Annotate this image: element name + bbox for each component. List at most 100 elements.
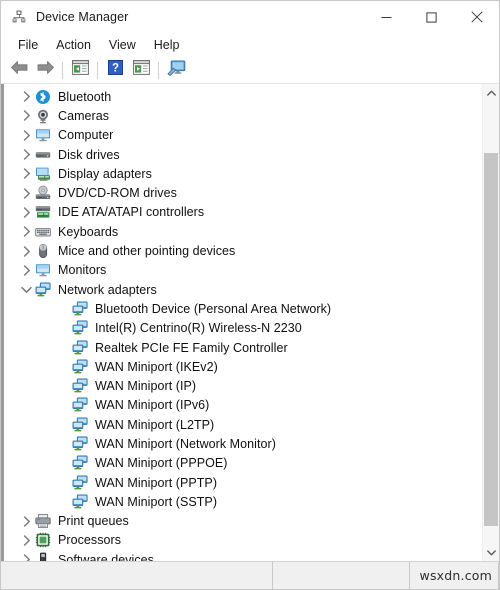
tree-item[interactable]: Software devices	[4, 550, 482, 561]
tree-item[interactable]: Display adapters	[4, 164, 482, 183]
status-segment-3: wsxdn.com	[410, 562, 499, 589]
tree-item-label: Processors	[58, 533, 122, 548]
question-mark-icon: ?	[107, 60, 123, 80]
tree-item[interactable]: WAN Miniport (L2TP)	[4, 415, 482, 434]
tree-item-label: WAN Miniport (Network Monitor)	[95, 436, 276, 451]
tree-item-label: IDE ATA/ATAPI controllers	[58, 205, 205, 220]
tree-item[interactable]: Monitors	[4, 261, 482, 280]
display-adapter-icon	[35, 166, 51, 182]
chevron-right-icon[interactable]	[18, 110, 35, 122]
svg-text:?: ?	[111, 63, 118, 75]
chevron-right-icon[interactable]	[18, 149, 35, 160]
chevron-right-icon[interactable]	[18, 265, 35, 276]
chevron-right-icon[interactable]	[18, 168, 35, 180]
tree-item[interactable]: Realtek PCIe FE Family Controller	[4, 338, 482, 357]
forward-button[interactable]	[32, 58, 58, 82]
chevron-right-icon[interactable]	[18, 554, 35, 561]
scan-monitor-icon	[167, 60, 186, 81]
menu-file[interactable]: File	[9, 36, 47, 54]
tree-item[interactable]: WAN Miniport (SSTP)	[4, 492, 482, 511]
tree-item-label: Intel(R) Centrino(R) Wireless-N 2230	[95, 321, 302, 336]
tree-item[interactable]: Processors	[4, 531, 482, 550]
mouse-icon	[35, 243, 51, 259]
printer-icon	[35, 513, 51, 529]
tree-item[interactable]: DVD/CD-ROM drives	[4, 183, 482, 202]
chevron-right-icon[interactable]	[18, 187, 35, 199]
tree-item-label: Computer	[58, 128, 114, 143]
properties-panel-icon	[71, 60, 89, 80]
tree-item[interactable]: Keyboards	[4, 222, 482, 241]
tree-item[interactable]: Cameras	[4, 106, 482, 125]
network-adapter-icon	[72, 436, 88, 452]
chevron-down-icon[interactable]	[18, 286, 35, 294]
scan-hardware-changes-button[interactable]	[163, 58, 189, 82]
tree-item[interactable]: WAN Miniport (IKEv2)	[4, 357, 482, 376]
tree-item-label: Network adapters	[58, 282, 157, 297]
back-button[interactable]	[6, 58, 32, 82]
tree-item[interactable]: Bluetooth	[4, 87, 482, 106]
close-button[interactable]	[454, 1, 499, 33]
menu-view[interactable]: View	[100, 36, 145, 54]
network-adapter-icon	[72, 359, 88, 375]
minimize-button[interactable]	[364, 1, 409, 33]
title-bar-left: Device Manager	[1, 9, 364, 25]
network-adapter-icon	[72, 417, 88, 433]
watermark-text: wsxdn.com	[419, 568, 492, 583]
back-arrow-icon	[10, 60, 29, 80]
tree-item-label: Print queues	[58, 514, 129, 529]
device-tree[interactable]: Bluetooth Cameras Computer Disk drives Displ…	[4, 87, 482, 561]
network-adapter-icon	[72, 378, 88, 394]
scroll-up-button[interactable]	[483, 84, 499, 101]
chevron-right-icon[interactable]	[18, 535, 35, 546]
help-button[interactable]: ?	[102, 58, 128, 82]
tree-item-label: Keyboards	[58, 224, 119, 239]
tree-item[interactable]: Network adapters	[4, 280, 482, 299]
chevron-right-icon[interactable]	[18, 245, 35, 257]
chevron-right-icon[interactable]	[18, 91, 35, 102]
processor-icon	[35, 532, 51, 548]
software-device-icon	[35, 552, 51, 561]
toolbar-separator	[158, 61, 159, 79]
maximize-button[interactable]	[409, 1, 454, 33]
menu-action[interactable]: Action	[47, 36, 100, 54]
chevron-right-icon[interactable]	[18, 129, 35, 141]
network-adapter-icon	[72, 494, 88, 510]
network-adapter-icon	[72, 397, 88, 413]
show-panel-icon	[132, 60, 150, 80]
device-manager-icon	[11, 9, 27, 25]
toolbar-separator	[97, 61, 98, 79]
tree-item[interactable]: WAN Miniport (Network Monitor)	[4, 434, 482, 453]
chevron-right-icon[interactable]	[18, 226, 35, 237]
bluetooth-icon	[35, 89, 51, 105]
scrollbar-thumb[interactable]	[484, 153, 498, 526]
window-controls	[364, 1, 499, 33]
tree-item[interactable]: IDE ATA/ATAPI controllers	[4, 203, 482, 222]
tree-item-label: WAN Miniport (IPv6)	[95, 398, 210, 413]
tree-item-label: Disk drives	[58, 147, 120, 162]
disk-drive-icon	[35, 147, 51, 163]
tree-item-label: WAN Miniport (SSTP)	[95, 494, 218, 509]
tree-item[interactable]: Computer	[4, 126, 482, 145]
tree-item[interactable]: Print queues	[4, 512, 482, 531]
dvd-drive-icon	[35, 185, 51, 201]
tree-item[interactable]: WAN Miniport (IPv6)	[4, 396, 482, 415]
toolbar: ?	[1, 57, 499, 84]
tree-item-label: WAN Miniport (IP)	[95, 379, 197, 394]
tree-item-label: DVD/CD-ROM drives	[58, 186, 177, 201]
properties-button[interactable]	[67, 58, 93, 82]
tree-item[interactable]: WAN Miniport (PPPOE)	[4, 454, 482, 473]
network-adapter-icon	[72, 455, 88, 471]
scroll-down-button[interactable]	[483, 544, 499, 561]
tree-item[interactable]: Mice and other pointing devices	[4, 241, 482, 260]
tree-item[interactable]: Disk drives	[4, 145, 482, 164]
chevron-right-icon[interactable]	[18, 207, 35, 218]
vertical-scrollbar[interactable]	[482, 84, 499, 561]
chevron-right-icon[interactable]	[18, 515, 35, 527]
tree-item[interactable]: WAN Miniport (IP)	[4, 376, 482, 395]
tree-item[interactable]: WAN Miniport (PPTP)	[4, 473, 482, 492]
tree-item[interactable]: Intel(R) Centrino(R) Wireless-N 2230	[4, 319, 482, 338]
menu-help[interactable]: Help	[145, 36, 189, 54]
window-title: Device Manager	[36, 10, 129, 24]
tree-item[interactable]: Bluetooth Device (Personal Area Network)	[4, 299, 482, 318]
show-hidden-devices-button[interactable]	[128, 58, 154, 82]
